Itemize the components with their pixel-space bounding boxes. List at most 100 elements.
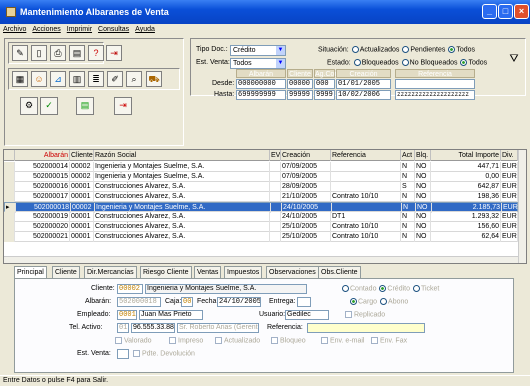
horizontal-scrollbar[interactable] bbox=[4, 256, 518, 263]
actualizado-checkbox[interactable]: Actualizado bbox=[215, 337, 260, 344]
impreso-checkbox[interactable]: Impreso bbox=[169, 337, 203, 344]
col-total-importe[interactable]: Total Importe bbox=[431, 150, 501, 161]
ticket-radio[interactable] bbox=[412, 285, 420, 292]
situacion-pendientes-radio[interactable] bbox=[402, 46, 410, 53]
row-selector[interactable] bbox=[4, 192, 15, 202]
env-email-checkbox[interactable]: Env. e-mail bbox=[321, 337, 365, 344]
desde-albaran-input[interactable]: 000000000 bbox=[236, 79, 286, 89]
calculator-icon[interactable]: ▤ bbox=[76, 97, 94, 115]
menu-consultas[interactable]: Consultas bbox=[98, 26, 129, 33]
menu-imprimir[interactable]: Imprimir bbox=[67, 26, 92, 33]
col-act[interactable]: Act bbox=[401, 150, 415, 161]
close-button[interactable]: × bbox=[514, 4, 529, 19]
desde-creacion-input[interactable]: 01/01/2005 bbox=[336, 79, 391, 89]
tab-dir-mercancias[interactable]: Dir.Mercancías bbox=[84, 266, 137, 278]
export-icon[interactable]: ▤ bbox=[69, 45, 85, 61]
minimize-button[interactable]: _ bbox=[482, 4, 497, 19]
chart-icon[interactable]: ⊿ bbox=[50, 71, 66, 87]
open-icon[interactable]: ✎ bbox=[12, 45, 28, 61]
exit-door-icon[interactable]: ⇥ bbox=[114, 97, 132, 115]
table-row[interactable]: 502000020 00001 Construcciones Alvarez, S.… bbox=[4, 222, 518, 232]
col-albaran[interactable]: Albarán bbox=[15, 150, 70, 161]
caja-field[interactable]: 00 bbox=[181, 297, 193, 307]
abono-radio[interactable] bbox=[380, 298, 388, 305]
entrega-field[interactable] bbox=[297, 297, 311, 307]
estado-no-bloqueados-radio[interactable] bbox=[401, 59, 409, 66]
row-selector[interactable] bbox=[4, 172, 15, 182]
contado-radio[interactable] bbox=[342, 285, 349, 292]
list-icon[interactable]: ≣ bbox=[88, 71, 104, 87]
hasta-referencia-input[interactable]: zzzzzzzzzzzzzzzzzzzz bbox=[395, 90, 475, 100]
row-selector[interactable] bbox=[4, 232, 15, 242]
estado-todos-radio[interactable] bbox=[460, 59, 468, 66]
replicado-checkbox[interactable]: Replicado bbox=[345, 311, 385, 318]
row-selector[interactable] bbox=[4, 162, 15, 172]
maximize-button[interactable]: □ bbox=[498, 4, 513, 19]
table-row[interactable]: 502000014 00002 Ingenieria y Montajes Suel… bbox=[4, 162, 518, 172]
col-cliente[interactable]: Cliente bbox=[70, 150, 94, 161]
menu-ayuda[interactable]: Ayuda bbox=[135, 26, 155, 33]
tab-riesgo-cliente[interactable]: Riesgo Cliente bbox=[140, 266, 192, 278]
col-creacion[interactable]: Creación bbox=[281, 150, 331, 161]
est-venta-field[interactable] bbox=[117, 349, 129, 359]
document-icon[interactable]: ▥ bbox=[69, 71, 85, 87]
fecha-field[interactable]: 24/10/2005 bbox=[217, 297, 261, 307]
tipo-doc-select[interactable]: Crédito ▼ bbox=[230, 45, 286, 56]
new-document-icon[interactable]: ▯ bbox=[31, 45, 47, 61]
table-row[interactable]: 502000021 00001 Construcciones Alvarez, S.… bbox=[4, 232, 518, 242]
cell-ev bbox=[270, 182, 281, 192]
exit-icon[interactable]: ⇥ bbox=[106, 45, 122, 61]
col-razon-social[interactable]: Razón Social bbox=[94, 150, 270, 161]
hasta-albaran-input[interactable]: 699999999 bbox=[236, 90, 286, 100]
row-selector[interactable] bbox=[4, 182, 15, 192]
row-selector[interactable] bbox=[4, 212, 15, 222]
estado-bloqueados-radio[interactable] bbox=[353, 59, 361, 66]
print-icon[interactable]: ⎙ bbox=[50, 45, 66, 61]
desde-cliente-input[interactable]: 00000 bbox=[287, 79, 313, 89]
menu-archivo[interactable]: Archivo bbox=[3, 26, 26, 33]
desde-agcom-input[interactable]: 000 bbox=[314, 79, 335, 89]
tab-cliente[interactable]: Cliente bbox=[52, 266, 80, 278]
help-icon[interactable]: ? bbox=[88, 45, 104, 61]
table-row[interactable]: 502000017 00001 Construcciones Alvarez, S.… bbox=[4, 192, 518, 202]
settings-icon[interactable]: ⚙ bbox=[20, 97, 38, 115]
menu-acciones[interactable]: Acciones bbox=[32, 26, 60, 33]
tab-observaciones[interactable]: Observaciones bbox=[266, 266, 319, 278]
table-row[interactable]: 502000016 00001 Construcciones Alvarez, S.… bbox=[4, 182, 518, 192]
env-fax-checkbox[interactable]: Env. Fax bbox=[371, 337, 407, 344]
person-icon[interactable]: ☺ bbox=[31, 71, 47, 87]
table-row[interactable]: 502000019 00001 Construcciones Alvarez, S.… bbox=[4, 212, 518, 222]
col-div[interactable]: Div. bbox=[501, 150, 518, 161]
situacion-actualizados-radio[interactable] bbox=[351, 46, 359, 53]
truck-icon[interactable]: ⛟ bbox=[146, 71, 162, 87]
desde-referencia-input[interactable] bbox=[395, 79, 475, 89]
print-preview-icon[interactable]: ▦ bbox=[12, 71, 28, 87]
col-blq[interactable]: Blq. bbox=[415, 150, 431, 161]
cliente-code-field[interactable]: 00002 bbox=[117, 284, 143, 294]
hasta-cliente-input[interactable]: 99999 bbox=[287, 90, 313, 100]
cargo-radio[interactable] bbox=[350, 298, 357, 305]
vertical-scrollbar[interactable] bbox=[518, 150, 526, 263]
check-icon[interactable]: ✓ bbox=[40, 97, 58, 115]
row-selector[interactable] bbox=[4, 222, 15, 232]
tab-ventas[interactable]: Ventas bbox=[194, 266, 222, 278]
tab-impuestos[interactable]: Impuestos bbox=[224, 266, 263, 278]
credito-radio[interactable] bbox=[379, 285, 387, 292]
valorado-checkbox[interactable]: Valorado bbox=[115, 337, 152, 344]
hasta-creacion-input[interactable]: 10/02/2006 bbox=[336, 90, 391, 100]
filter-icon[interactable]: ⛛ bbox=[506, 52, 522, 68]
tab-obs-cliente[interactable]: Obs.Cliente bbox=[318, 266, 361, 278]
table-row[interactable]: 502000015 00002 Ingenieria y Montajes Suel… bbox=[4, 172, 518, 182]
hasta-agcom-input[interactable]: 9999 bbox=[314, 90, 335, 100]
bloqueo-checkbox[interactable]: Bloqueo bbox=[271, 337, 306, 344]
est-venta-select[interactable]: Todos ▼ bbox=[230, 58, 286, 69]
col-ev[interactable]: EV bbox=[270, 150, 281, 161]
edit-icon[interactable]: ✐ bbox=[107, 71, 123, 87]
pdte-devolucion-checkbox[interactable]: Pdte. Devolución bbox=[133, 350, 195, 357]
col-referencia[interactable]: Referencia bbox=[331, 150, 401, 161]
table-row[interactable]: ▸ 502000018 00002 Ingenieria y Montajes Sue… bbox=[4, 202, 519, 213]
empleado-code-field[interactable]: 0001 bbox=[117, 310, 137, 320]
referencia-field[interactable] bbox=[307, 323, 425, 333]
situacion-todos-radio[interactable] bbox=[448, 46, 456, 53]
search-icon[interactable]: ⌕ bbox=[126, 71, 142, 87]
